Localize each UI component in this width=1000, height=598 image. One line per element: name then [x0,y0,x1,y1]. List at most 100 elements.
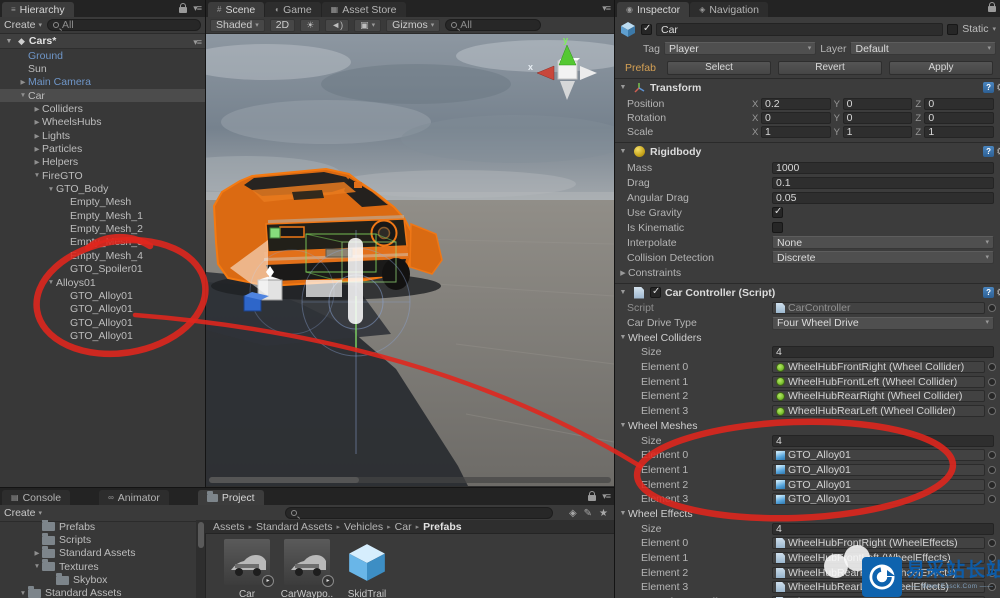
array-foldout[interactable]: ▼ Wheel Colliders [615,332,772,344]
hierarchy-row[interactable]: Sun [0,62,205,75]
hierarchy-row[interactable]: Ground [0,49,205,62]
folder-row[interactable]: ▼ Standard Assets [0,585,196,598]
position-z-field[interactable]: 0 [924,98,995,110]
position-y-field[interactable]: 0 [842,98,913,110]
object-reference-field[interactable]: GTO_Alloy01 [772,449,985,462]
foldout-arrow[interactable]: ▼ [32,563,42,570]
gear-icon[interactable]: ⚙ [996,81,1000,94]
use-gravity-checkbox[interactable] [772,206,783,218]
object-picker-icon[interactable] [988,363,996,372]
object-picker-icon[interactable] [988,480,996,489]
hierarchy-row[interactable]: ▶ Main Camera [0,76,205,89]
scene-viewport[interactable]: y x [206,34,614,486]
array-foldout[interactable]: ▼ Wheel Effects [615,508,772,520]
prefab-expand-badge[interactable]: ▸ [262,575,274,587]
object-reference-field[interactable]: GTO_Alloy01 [772,478,985,491]
object-picker-icon[interactable] [988,377,996,386]
foldout-arrow[interactable]: ▼ [618,289,628,296]
object-reference-field[interactable]: WheelHubRearRight (WheelEffects) [772,566,985,579]
rotation-y-field[interactable]: 0 [842,112,913,124]
tab-inspector[interactable]: ◉ Inspector [617,2,690,17]
hierarchy-row[interactable]: ▼ GTO_Body [0,182,205,195]
hierarchy-row[interactable]: GTO_Spoiler01 [0,263,205,276]
foldout-arrow[interactable]: ▼ [18,590,28,597]
hierarchy-row[interactable]: Empty_Mesh_3 [0,236,205,249]
gizmo-axis-x-label[interactable]: x [528,62,533,72]
hierarchy-row[interactable]: GTO_Alloy01 [0,329,205,342]
prefab-select-button[interactable]: Select [667,60,771,75]
hierarchy-row[interactable]: ▶ Colliders [0,102,205,115]
toggle-2d-button[interactable]: 2D [269,18,296,32]
gear-icon[interactable]: ⚙ [996,286,1000,299]
tab-navigation[interactable]: ◈ Navigation [690,2,768,17]
foldout-arrow[interactable]: ▼ [46,279,56,286]
breadcrumb-item[interactable]: Standard Assets [256,521,332,533]
prefab-revert-button[interactable]: Revert [778,60,882,75]
name-field[interactable]: Car [656,22,944,36]
breadcrumb-item[interactable]: Assets [213,521,245,533]
tab-hierarchy[interactable]: ≡ Hierarchy [2,2,74,17]
prefab-apply-button[interactable]: Apply [889,60,993,75]
object-picker-icon[interactable] [988,539,996,548]
favorites-icon[interactable]: ★ [599,508,608,519]
hierarchy-row[interactable]: Empty_Mesh_4 [0,249,205,262]
object-picker-icon[interactable] [988,451,996,460]
foldout-arrow[interactable]: ▼ [618,148,628,155]
scene-header-row[interactable]: ▼ ◆ Cars* ▾≡ [0,34,205,49]
foldout-arrow[interactable]: ▼ [618,334,628,341]
drag-field[interactable]: 0.1 [772,176,994,189]
tab-scene[interactable]: # Scene [208,2,265,17]
object-reference-field[interactable]: WheelHubRearLeft (Wheel Collider) [772,405,985,418]
foldout-arrow[interactable]: ▶ [32,132,42,140]
tab-asset-store[interactable]: ▦ Asset Store [321,2,406,17]
lock-icon[interactable] [588,491,597,501]
array-size-field[interactable]: 4 [772,434,994,447]
mass-field[interactable]: 1000 [772,161,994,174]
static-dropdown-arrow[interactable]: ▾ [992,25,996,33]
gear-icon[interactable]: ⚙ [996,145,1000,158]
gizmos-dropdown[interactable]: Gizmos ▾ [386,18,441,32]
foldout-arrow[interactable]: ▶ [32,145,42,153]
hierarchy-row[interactable]: GTO_Alloy01 [0,303,205,316]
breadcrumb-item[interactable]: Vehicles [344,521,383,533]
create-button[interactable]: Create ▾ [4,507,42,519]
folder-row[interactable]: Scripts [0,532,196,546]
rigidbody-header[interactable]: ▼ Rigidbody ?⚙ [615,143,1000,160]
object-reference-field[interactable]: WheelHubRearRight (Wheel Collider) [772,390,985,403]
constraints-foldout[interactable]: ▶ Constraints [615,267,772,279]
angular-drag-field[interactable]: 0.05 [772,191,994,204]
rotation-x-field[interactable]: 0 [761,112,831,124]
scene-search-input[interactable]: All [445,19,542,31]
project-item-thumbnail[interactable]: ▸ [224,539,274,587]
rotation-z-field[interactable]: 0 [924,112,995,124]
foldout-arrow[interactable]: ▼ [46,186,56,193]
tab-game[interactable]: ◖ Game [265,2,321,17]
folder-row[interactable]: ▶ Standard Assets [0,545,196,560]
active-checkbox[interactable] [641,23,652,35]
enabled-checkbox[interactable] [650,286,661,298]
effects-dropdown[interactable]: ▣ ▾ [354,18,382,32]
create-button[interactable]: Create ▾ [4,19,42,31]
array-size-field[interactable]: 4 [772,346,994,359]
position-x-field[interactable]: 0.2 [761,98,831,110]
panel-menu-icon[interactable]: ▾≡ [193,3,202,14]
object-picker-icon[interactable] [988,583,996,592]
hierarchy-row[interactable]: ▶ Helpers [0,156,205,169]
car-drive-type-dropdown[interactable]: Four Wheel Drive ▾ [772,316,994,330]
hierarchy-row[interactable]: GTO_Alloy01 [0,316,205,329]
tag-dropdown[interactable]: Player ▾ [663,42,817,55]
folder-row[interactable]: Prefabs [0,520,196,533]
folder-row[interactable]: ▼ Textures [0,559,196,573]
prefab-expand-badge[interactable]: ▸ [322,575,334,587]
project-item-thumbnail[interactable]: ▸ [284,539,334,587]
hierarchy-row[interactable]: ▼ FireGTO [0,169,205,182]
hierarchy-row[interactable]: ▶ Lights [0,129,205,142]
is-kinematic-checkbox[interactable] [772,222,783,233]
script-field[interactable]: CarController [772,302,985,315]
audio-toggle-button[interactable]: ◄) [325,18,350,32]
object-reference-field[interactable]: WheelHubFrontRight (WheelEffects) [772,537,985,550]
hierarchy-row[interactable]: ▶ WheelsHubs [0,116,205,129]
scene-scrollbar-thumb[interactable] [209,477,359,483]
hierarchy-row[interactable]: ▶ Particles [0,142,205,155]
project-item-thumbnail[interactable] [344,539,390,585]
